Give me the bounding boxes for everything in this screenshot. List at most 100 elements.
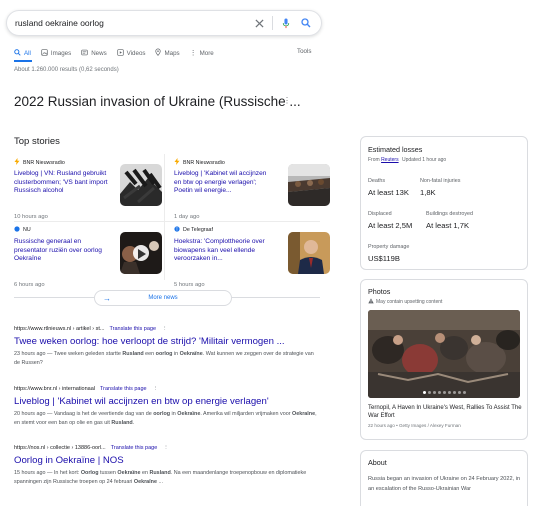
divider: [14, 297, 94, 298]
snippet-keyword: oorlog: [153, 411, 171, 417]
snippet-text: in: [172, 351, 180, 357]
news-source-name: NU: [23, 227, 31, 233]
snippet-text: 15 hours ago — In het kort:: [14, 470, 81, 476]
mic-icon[interactable]: [279, 16, 293, 30]
snippet-text: . Amerika wil miljarden vrijmaken voor: [200, 411, 292, 417]
news-headline[interactable]: Liveblog | VN: Rusland gebruikt clusterb…: [14, 170, 112, 196]
tab-maps[interactable]: Maps: [155, 48, 180, 58]
warning-icon: [368, 298, 374, 306]
stat-value: At least 13K: [368, 188, 409, 197]
knowledge-panel-title[interactable]: 2022 Russian invasion of Ukraine (Russis…: [14, 94, 301, 109]
news-time: 1 day ago: [174, 214, 200, 220]
more-vert-icon[interactable]: ⋮: [153, 386, 159, 392]
losses-source: From Reuters Updated 1 hour ago: [368, 157, 446, 163]
more-vert-icon[interactable]: ⋮: [162, 326, 168, 332]
tab-label: Images: [50, 49, 72, 57]
photo-caption[interactable]: Ternopil, A Haven In Ukraine's West, Ral…: [368, 404, 524, 420]
warning-text: May contain upsetting content: [376, 299, 443, 305]
news-thumbnail[interactable]: [288, 232, 330, 274]
about-card: About Russia began an invasion of Ukrain…: [360, 450, 528, 506]
snippet-keyword: Rusland: [122, 351, 144, 357]
result-title[interactable]: Twee weken oorlog: hoe verloopt de strij…: [14, 336, 320, 347]
top-stories-grid: BNR Nieuwsradio Liveblog | VN: Rusland g…: [14, 154, 330, 288]
snippet-text: tussen: [98, 470, 118, 476]
translate-link[interactable]: Translate this page: [111, 445, 158, 451]
search-icon[interactable]: [299, 16, 313, 30]
news-headline[interactable]: Russische generaal en presentator ruziën…: [14, 238, 112, 264]
more-news-label: More news: [148, 295, 178, 301]
bnr-logo-icon: [14, 158, 20, 167]
card-title: About: [368, 458, 387, 467]
snippet-keyword: Oorlog: [80, 470, 99, 476]
close-icon[interactable]: [252, 16, 266, 30]
news-story[interactable]: BNR Nieuwsradio Liveblog | 'Kabinet wil …: [174, 158, 330, 222]
stat-value: 1,8K: [420, 188, 436, 197]
translate-link[interactable]: Translate this page: [100, 386, 147, 392]
result-url[interactable]: https://nos.nl › collectie › 13886-oorl.…: [14, 445, 320, 451]
result-snippet: 20 hours ago — Vandaag is het de veertie…: [14, 410, 320, 429]
search-icon: [14, 48, 21, 58]
snippet-keyword: Rusland: [111, 420, 133, 427]
more-news-button[interactable]: → More news: [94, 290, 232, 306]
news-story[interactable]: BNR Nieuwsradio Liveblog | VN: Rusland g…: [14, 158, 164, 222]
tools-button[interactable]: Tools: [297, 48, 311, 55]
play-icon[interactable]: [137, 247, 147, 265]
tab-label: Maps: [164, 49, 180, 57]
video-icon: [117, 48, 124, 58]
news-story[interactable]: T De Telegraaf Hoekstra: 'Complottheorie…: [174, 226, 330, 290]
search-result: https://nos.nl › collectie › 13886-oorl.…: [14, 445, 320, 488]
search-input[interactable]: [15, 18, 252, 28]
result-title[interactable]: Oorlog in Oekraïne | NOS: [14, 455, 320, 466]
tab-more[interactable]: ⋮ More: [190, 50, 214, 57]
nu-logo-icon: [14, 226, 20, 234]
video-thumbnail[interactable]: [120, 232, 162, 274]
news-source-name: De Telegraaf: [183, 227, 213, 233]
photo-image[interactable]: [368, 310, 520, 398]
news-headline[interactable]: Hoekstra: 'Complottheorie over biowapens…: [174, 238, 272, 264]
result-snippet: 23 hours ago — Twee weken geleden startt…: [14, 350, 320, 369]
news-time: 5 hours ago: [174, 282, 205, 288]
card-title: Photos: [368, 287, 391, 296]
news-thumbnail[interactable]: [120, 164, 162, 206]
stat-value: US$119B: [368, 254, 400, 263]
snippet-keyword: Oekraïne: [133, 479, 157, 486]
news-thumbnail[interactable]: [288, 164, 330, 206]
snippet-text: een: [143, 351, 156, 357]
news-time: 6 hours ago: [14, 282, 45, 288]
search-result: https://www.rtlnieuws.nl › artikel › st.…: [14, 326, 320, 369]
tab-videos[interactable]: Videos: [117, 48, 145, 58]
carousel-dots: [368, 391, 520, 394]
more-vert-icon[interactable]: ⋮: [163, 445, 169, 451]
divider: [164, 154, 165, 280]
news-time: 10 hours ago: [14, 214, 48, 220]
stat-label: Displaced: [368, 211, 392, 217]
map-pin-icon: [155, 48, 162, 58]
result-title[interactable]: Liveblog | 'Kabinet wil accijnzen en btw…: [14, 396, 320, 407]
source-link[interactable]: Reuters: [381, 157, 399, 163]
search-bar[interactable]: [6, 10, 322, 36]
image-icon: [41, 48, 48, 58]
photos-card: Photos May contain upsetting content Ter…: [360, 279, 528, 440]
tab-images[interactable]: Images: [41, 48, 72, 58]
news-headline[interactable]: Liveblog | 'Kabinet wil accijnzen en btw…: [174, 170, 272, 196]
result-stats: About 1.260.000 results (0,62 seconds): [14, 67, 119, 73]
snippet-text: 23 hours ago — Twee weken geleden startt…: [14, 351, 123, 357]
more-vert-icon: ⋮: [189, 49, 197, 57]
result-url[interactable]: https://www.bnr.nl › internationaal Trans…: [14, 386, 320, 392]
updated-label: Updated 1 hour ago: [401, 157, 447, 163]
more-options-icon[interactable]: ⋮: [283, 96, 291, 105]
telegraaf-logo-icon: T: [174, 226, 180, 234]
translate-link[interactable]: Translate this page: [109, 326, 156, 332]
tab-news[interactable]: News: [81, 49, 107, 58]
stat-label: Non-fatal injuries: [420, 178, 461, 184]
snippet-keyword: Rusland: [149, 470, 171, 476]
tab-all[interactable]: All: [14, 48, 31, 58]
news-source-name: BNR Nieuwsradio: [23, 159, 65, 166]
result-url-text: https://nos.nl › collectie › 13886-oorl.…: [14, 445, 106, 451]
search-tabs: All Images News Videos Maps ⋮ More: [14, 47, 312, 59]
news-icon: [81, 49, 88, 58]
news-story[interactable]: NU Russische generaal en presentator ruz…: [14, 226, 164, 290]
result-url[interactable]: https://www.rtlnieuws.nl › artikel › st.…: [14, 326, 320, 332]
tab-label: News: [91, 49, 107, 57]
content-warning: May contain upsetting content: [368, 298, 442, 306]
